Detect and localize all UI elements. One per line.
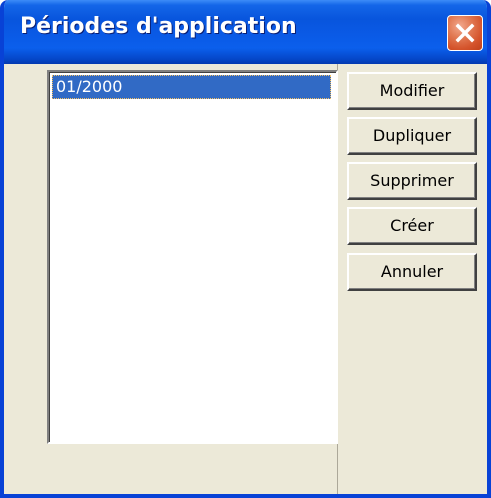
list-panel: 01/2000 [4,64,338,494]
title-bar[interactable]: Périodes d'application [4,0,487,64]
cancel-button[interactable]: Annuler [347,253,477,291]
duplicate-button[interactable]: Dupliquer [347,117,477,155]
delete-button[interactable]: Supprimer [347,162,477,200]
close-x-icon [455,23,475,43]
close-button[interactable] [447,15,483,51]
button-panel: Modifier Dupliquer Supprimer Créer Annul… [338,64,487,494]
periods-listbox[interactable]: 01/2000 [47,70,338,444]
create-button[interactable]: Créer [347,207,477,245]
dialog-window: Périodes d'application 01/2000 Modifier … [0,0,491,498]
list-item-selected[interactable]: 01/2000 [52,75,331,99]
dialog-client-area: 01/2000 Modifier Dupliquer Supprimer Cré… [4,64,487,494]
window-title: Périodes d'application [20,14,297,39]
modify-button[interactable]: Modifier [347,72,477,110]
